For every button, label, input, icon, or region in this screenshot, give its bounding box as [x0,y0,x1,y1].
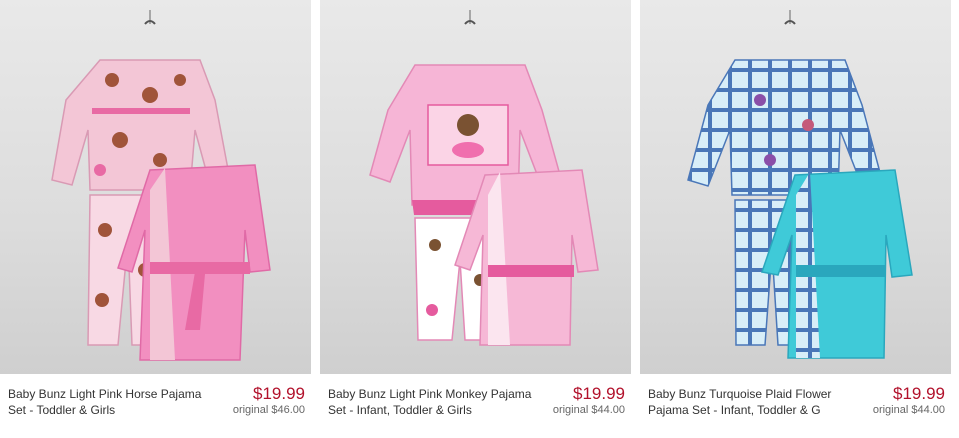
sale-price: $19.99 [573,384,625,403]
product-title[interactable]: Baby Bunz Light Pink Monkey Pajama Set -… [328,386,533,418]
product-image[interactable] [640,0,951,374]
original-price: original $44.00 [552,404,625,416]
original-price: original $44.00 [872,404,945,416]
product-card[interactable]: Baby Bunz Light Pink Monkey Pajama Set -… [320,0,631,438]
original-price: original $46.00 [232,404,305,416]
product-card[interactable]: Baby Bunz Light Pink Horse Pajama Set - … [0,0,311,438]
pajama-set-icon [51,10,271,361]
sale-price: $19.99 [253,384,305,403]
product-image[interactable] [320,0,631,374]
product-title[interactable]: Baby Bunz Light Pink Horse Pajama Set - … [8,386,213,418]
product-image[interactable] [0,0,311,374]
pajama-set-icon [687,10,913,359]
product-grid: Baby Bunz Light Pink Horse Pajama Set - … [0,0,959,438]
pajama-set-icon [369,10,599,346]
sale-price: $19.99 [893,384,945,403]
product-title[interactable]: Baby Bunz Turquoise Plaid Flower Pajama … [648,386,853,418]
product-card[interactable]: Baby Bunz Turquoise Plaid Flower Pajama … [640,0,951,438]
